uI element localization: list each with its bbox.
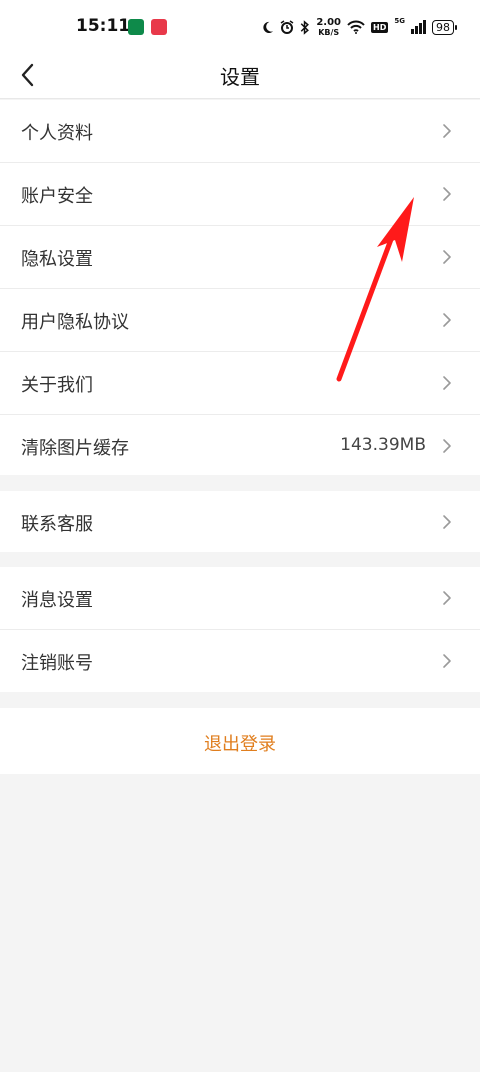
- network-speed-unit: KB/S: [318, 27, 340, 37]
- settings-item-label: 用户隐私协议: [21, 312, 129, 333]
- chevron-right-icon: [443, 376, 451, 390]
- chevron-right-icon: [443, 439, 451, 453]
- network-speed: 2.00 KB/S: [316, 16, 342, 37]
- logout-label: 退出登录: [204, 734, 276, 755]
- settings-group-account: 个人资料 账户安全 隐私设置 用户隐私协议 关于我们 清除图片缓存 143.39…: [0, 100, 480, 475]
- settings-item-label: 联系客服: [21, 514, 93, 535]
- settings-item-label: 关于我们: [21, 375, 93, 396]
- settings-item-profile[interactable]: 个人资料: [0, 100, 480, 163]
- chevron-right-icon: [443, 313, 451, 327]
- moon-icon: [263, 21, 274, 33]
- app-notification-icon: [151, 19, 167, 35]
- page-title: 设置: [220, 65, 260, 89]
- status-bar: 15:11 2.00 KB/S HD 5G 98: [0, 0, 480, 52]
- network-type: 5G: [394, 17, 405, 25]
- cache-size-value: 143.39MB: [340, 435, 426, 455]
- signal-icon: [411, 20, 426, 34]
- chevron-right-icon: [443, 250, 451, 264]
- settings-item-label: 账户安全: [21, 186, 93, 207]
- status-time: 15:11: [76, 16, 131, 36]
- chevron-right-icon: [443, 591, 451, 605]
- settings-group-other: 消息设置 注销账号: [0, 567, 480, 692]
- network-speed-value: 2.00: [316, 16, 342, 28]
- settings-item-privacy-settings[interactable]: 隐私设置: [0, 226, 480, 289]
- settings-item-message-settings[interactable]: 消息设置: [0, 567, 480, 630]
- app-notification-icon: [128, 19, 144, 35]
- hd-badge: HD: [371, 21, 389, 33]
- settings-item-label: 注销账号: [21, 653, 93, 674]
- settings-item-label: 隐私设置: [21, 249, 93, 270]
- chevron-right-icon: [443, 187, 451, 201]
- alarm-icon: [280, 20, 294, 34]
- settings-item-clear-image-cache[interactable]: 清除图片缓存 143.39MB: [0, 415, 480, 477]
- settings-item-label: 个人资料: [21, 123, 93, 144]
- bluetooth-icon: [301, 19, 310, 35]
- chevron-right-icon: [443, 124, 451, 138]
- settings-item-about-us[interactable]: 关于我们: [0, 352, 480, 415]
- chevron-right-icon: [443, 654, 451, 668]
- settings-item-label: 消息设置: [21, 590, 93, 611]
- status-icons: 2.00 KB/S HD 5G 98: [261, 15, 457, 39]
- app-header: 设置: [0, 52, 480, 99]
- battery-indicator: 98: [432, 19, 457, 35]
- logout-button[interactable]: 退出登录: [0, 708, 480, 774]
- settings-item-privacy-agreement[interactable]: 用户隐私协议: [0, 289, 480, 352]
- settings-group-support: 联系客服: [0, 491, 480, 552]
- wifi-icon: [347, 20, 365, 34]
- settings-item-label: 清除图片缓存: [21, 438, 129, 459]
- settings-item-delete-account[interactable]: 注销账号: [0, 630, 480, 692]
- settings-item-contact-support[interactable]: 联系客服: [0, 491, 480, 552]
- chevron-right-icon: [443, 515, 451, 529]
- settings-item-account-security[interactable]: 账户安全: [0, 163, 480, 226]
